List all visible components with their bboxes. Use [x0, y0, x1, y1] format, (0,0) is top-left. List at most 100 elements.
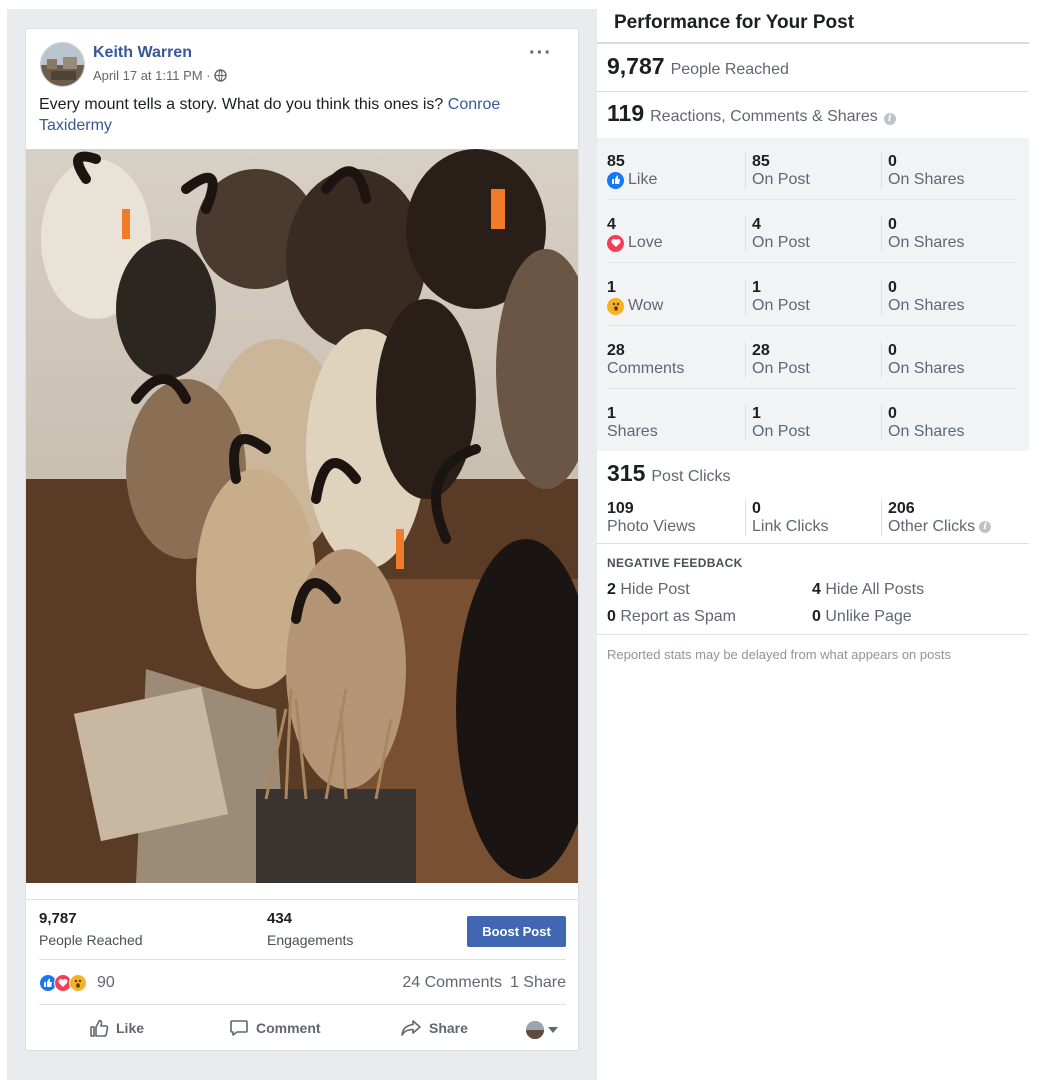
shares-count[interactable]: 1 Share: [510, 974, 566, 992]
post-clicks-value: 315: [607, 460, 646, 486]
negative-feedback-title: NEGATIVE FEEDBACK: [607, 556, 743, 570]
audience-selector[interactable]: [526, 1021, 558, 1039]
like-on-shares-label: On Shares: [888, 171, 965, 188]
reached-value: 9,787: [39, 910, 77, 927]
table-row-love: 4 Love 4 On Post 0 On Shares: [607, 201, 1017, 263]
love-icon: [607, 234, 624, 252]
performance-panel: Performance for Your Post 9,787 People R…: [597, 0, 1029, 1080]
post-pane: Keith Warren April 17 at 1:11 PM · ··· E…: [7, 9, 597, 1080]
like-total-cell: 85 Like: [607, 153, 657, 189]
comments-on-shares-cell: 0 On Shares: [881, 342, 964, 378]
reached-stat[interactable]: 9,787 People Reached: [39, 910, 143, 948]
unlike-value: 0: [812, 608, 821, 625]
divider: [597, 42, 1029, 44]
comments-count[interactable]: 24 Comments: [402, 974, 502, 992]
spam-label: Report as Spam: [620, 608, 736, 625]
shares-on-post-value: 1: [752, 405, 761, 422]
love-total-value: 4: [607, 216, 616, 233]
love-on-shares-cell: 0 On Shares: [881, 216, 964, 252]
like-button-label: Like: [116, 1020, 145, 1036]
love-on-shares-label: On Shares: [888, 234, 965, 251]
wow-on-shares-value: 0: [888, 279, 897, 296]
comment-button[interactable]: Comment: [229, 1018, 321, 1038]
shares-on-shares-value: 0: [888, 405, 897, 422]
share-button[interactable]: Share: [400, 1018, 468, 1038]
info-icon[interactable]: i: [883, 113, 896, 125]
comments-total-cell: 28 Comments: [607, 342, 684, 378]
link-clicks-cell: 0 Link Clicks: [745, 500, 828, 536]
like-button[interactable]: Like: [89, 1018, 144, 1038]
comments-total-value: 28: [607, 342, 625, 359]
stats-footnote: Reported stats may be delayed from what …: [607, 647, 951, 662]
other-clicks-cell: 206 Other Clicks i: [881, 500, 992, 536]
like-on-post-cell: 85 On Post: [745, 153, 810, 189]
people-reached-label: People Reached: [670, 61, 789, 78]
spam-value: 0: [607, 608, 616, 625]
link-clicks-label: Link Clicks: [752, 518, 829, 535]
wow-total-cell: 1 Wow: [607, 279, 663, 315]
post-meta: April 17 at 1:11 PM ·: [93, 68, 227, 83]
globe-icon[interactable]: [213, 69, 227, 82]
post-body: Every mount tells a story. What do you t…: [39, 96, 448, 113]
like-total-label: Like: [628, 171, 658, 188]
info-icon[interactable]: i: [979, 521, 992, 533]
engagements-label: Engagements: [267, 932, 354, 948]
shares-on-post-label: On Post: [752, 423, 810, 440]
post-timestamp[interactable]: April 17 at 1:11 PM ·: [93, 68, 211, 83]
hide-post-label: Hide Post: [620, 581, 690, 598]
engagements-stat[interactable]: 434 Engagements: [267, 910, 353, 948]
comments-on-post-label: On Post: [752, 360, 810, 377]
divider: [597, 91, 1029, 92]
love-on-post-label: On Post: [752, 234, 810, 251]
author-name[interactable]: Keith Warren: [93, 44, 192, 62]
people-reached-summary: 9,787 People Reached: [607, 53, 789, 80]
shares-total-value: 1: [607, 405, 616, 422]
wow-total-label: Wow: [628, 297, 664, 314]
performance-title: Performance for Your Post: [614, 12, 855, 33]
love-total-cell: 4 Love: [607, 216, 663, 252]
post-text: Every mount tells a story. What do you t…: [39, 94, 559, 136]
thumbs-up-icon: [90, 1019, 109, 1037]
comments-total-label: Comments: [607, 360, 685, 377]
like-on-shares-cell: 0 On Shares: [881, 153, 964, 189]
caret-down-icon: [548, 1027, 558, 1033]
hide-all-posts-stat: 4 Hide All Posts: [812, 581, 924, 599]
post-photo[interactable]: [26, 149, 578, 883]
post-clicks-summary: 315 Post Clicks: [607, 460, 731, 487]
reaction-count[interactable]: 90: [97, 974, 115, 992]
wow-on-post-label: On Post: [752, 297, 810, 314]
comments-on-shares-label: On Shares: [888, 360, 965, 377]
table-row-comments: 28 Comments 28 On Post 0 On Shares: [607, 327, 1017, 389]
photo-views-value: 109: [607, 500, 634, 517]
love-on-shares-value: 0: [888, 216, 897, 233]
shares-total-cell: 1 Shares: [607, 405, 658, 441]
other-clicks-value: 206: [888, 500, 915, 517]
boost-post-button[interactable]: Boost Post: [467, 916, 566, 947]
photo-views-cell: 109 Photo Views: [607, 500, 696, 536]
people-reached-value: 9,787: [607, 53, 665, 79]
link-clicks-value: 0: [752, 500, 761, 517]
hide-post-stat: 2 Hide Post: [607, 581, 690, 599]
wow-on-shares-cell: 0 On Shares: [881, 279, 964, 315]
table-row-shares: 1 Shares 1 On Post 0 On Shares: [607, 390, 1017, 452]
hide-post-value: 2: [607, 581, 616, 598]
comment-icon: [230, 1020, 248, 1036]
clicks-breakdown: 109 Photo Views 0 Link Clicks 206 Other …: [607, 500, 1027, 540]
like-icon: [607, 171, 624, 189]
unlike-page-stat: 0 Unlike Page: [812, 608, 912, 626]
report-spam-stat: 0 Report as Spam: [607, 608, 736, 626]
more-options-button[interactable]: ···: [529, 43, 552, 63]
wow-on-post-cell: 1 On Post: [745, 279, 810, 315]
post-header: Keith Warren April 17 at 1:11 PM · ···: [40, 42, 560, 88]
post-clicks-label: Post Clicks: [651, 468, 731, 485]
shares-on-post-cell: 1 On Post: [745, 405, 810, 441]
engagement-breakdown-table: 85 Like 85 On Post 0 On Shares 4 Love 4 …: [597, 138, 1029, 451]
reaction-icons[interactable]: [39, 974, 87, 992]
author-avatar[interactable]: [40, 42, 85, 87]
hide-all-value: 4: [812, 581, 821, 598]
table-row-like: 85 Like 85 On Post 0 On Shares: [607, 138, 1017, 200]
wow-total-value: 1: [607, 279, 616, 296]
comments-shares-summary: 24 Comments 1 Share: [402, 974, 566, 992]
wow-on-shares-label: On Shares: [888, 297, 965, 314]
shares-on-shares-cell: 0 On Shares: [881, 405, 964, 441]
